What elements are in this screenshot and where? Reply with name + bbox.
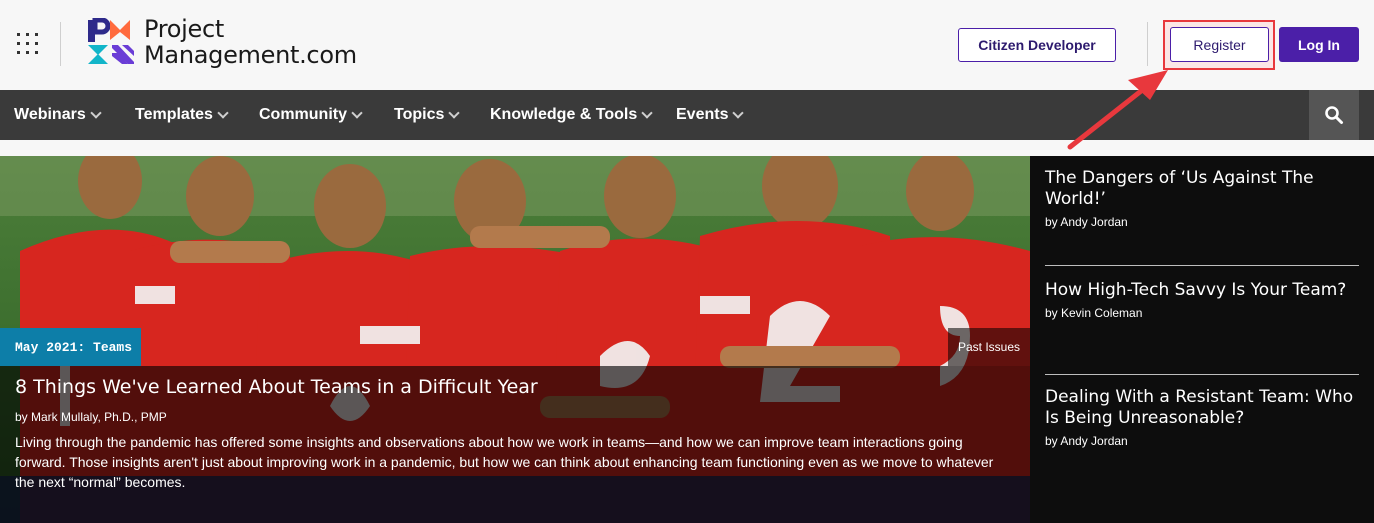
- nav-label: Knowledge & Tools: [490, 106, 638, 123]
- nav-item-knowledge-tools[interactable]: Knowledge & Tools: [490, 90, 653, 140]
- sidebar-article-title[interactable]: The Dangers of ‘Us Against The World!’: [1045, 168, 1359, 210]
- logo-line-2: Management.com: [144, 41, 357, 69]
- related-articles-sidebar: The Dangers of ‘Us Against The World!’ b…: [1030, 156, 1374, 523]
- header-divider: [60, 22, 61, 66]
- citizen-developer-button[interactable]: Citizen Developer: [958, 28, 1116, 62]
- hero-article-title[interactable]: 8 Things We've Learned About Teams in a …: [15, 376, 538, 398]
- nav-label: Webinars: [14, 106, 86, 123]
- past-issues-link[interactable]: Past Issues: [948, 328, 1030, 366]
- featured-article[interactable]: May 2021: Teams Past Issues 8 Things We'…: [0, 156, 1030, 523]
- register-button[interactable]: Register: [1170, 27, 1269, 62]
- chevron-down-icon: [641, 107, 653, 119]
- chevron-down-icon: [217, 107, 229, 119]
- nav-item-community[interactable]: Community: [259, 90, 363, 140]
- issue-tag[interactable]: May 2021: Teams: [0, 328, 141, 366]
- logo-line-1: Project: [144, 15, 225, 43]
- sidebar-article-author: by Kevin Coleman: [1045, 306, 1143, 320]
- sidebar-article[interactable]: The Dangers of ‘Us Against The World!’ b…: [1045, 168, 1359, 229]
- nav-item-topics[interactable]: Topics: [394, 90, 461, 140]
- hero-byline: by Mark Mullaly, Ph.D., PMP: [15, 410, 167, 424]
- header-divider-right: [1147, 22, 1148, 66]
- hero-description: Living through the pandemic has offered …: [15, 434, 994, 490]
- sidebar-divider: [1045, 265, 1359, 266]
- search-icon: [1325, 106, 1343, 124]
- nav-label: Community: [259, 106, 347, 123]
- logo-wordmark: Project Management.com: [144, 16, 357, 68]
- sidebar-article[interactable]: How High-Tech Savvy Is Your Team? by Kev…: [1045, 280, 1359, 320]
- nav-label: Topics: [394, 106, 445, 123]
- chevron-down-icon: [90, 107, 102, 119]
- chevron-down-icon: [448, 107, 461, 119]
- nav-item-templates[interactable]: Templates: [135, 90, 229, 140]
- pmi-logo-icon: [88, 18, 134, 64]
- nav-label: Templates: [135, 106, 213, 123]
- main-nav: Webinars Templates Community Topics Know…: [0, 90, 1374, 140]
- login-button[interactable]: Log In: [1279, 27, 1359, 62]
- sidebar-article-title[interactable]: How High-Tech Savvy Is Your Team?: [1045, 280, 1359, 301]
- chevron-down-icon: [732, 107, 745, 119]
- sidebar-article-author: by Andy Jordan: [1045, 434, 1128, 448]
- nav-label: Events: [676, 106, 729, 123]
- sidebar-article-title[interactable]: Dealing With a Resistant Team: Who Is Be…: [1045, 387, 1359, 429]
- nav-item-events[interactable]: Events: [676, 90, 745, 140]
- chevron-down-icon: [351, 107, 363, 119]
- site-header: Project Management.com Citizen Developer…: [0, 0, 1374, 90]
- nav-item-webinars[interactable]: Webinars: [14, 90, 102, 140]
- sidebar-divider: [1045, 374, 1359, 375]
- sidebar-article-author: by Andy Jordan: [1045, 215, 1128, 229]
- search-button[interactable]: [1309, 90, 1359, 140]
- sidebar-article[interactable]: Dealing With a Resistant Team: Who Is Be…: [1045, 387, 1359, 448]
- apps-grid-icon[interactable]: [17, 33, 39, 55]
